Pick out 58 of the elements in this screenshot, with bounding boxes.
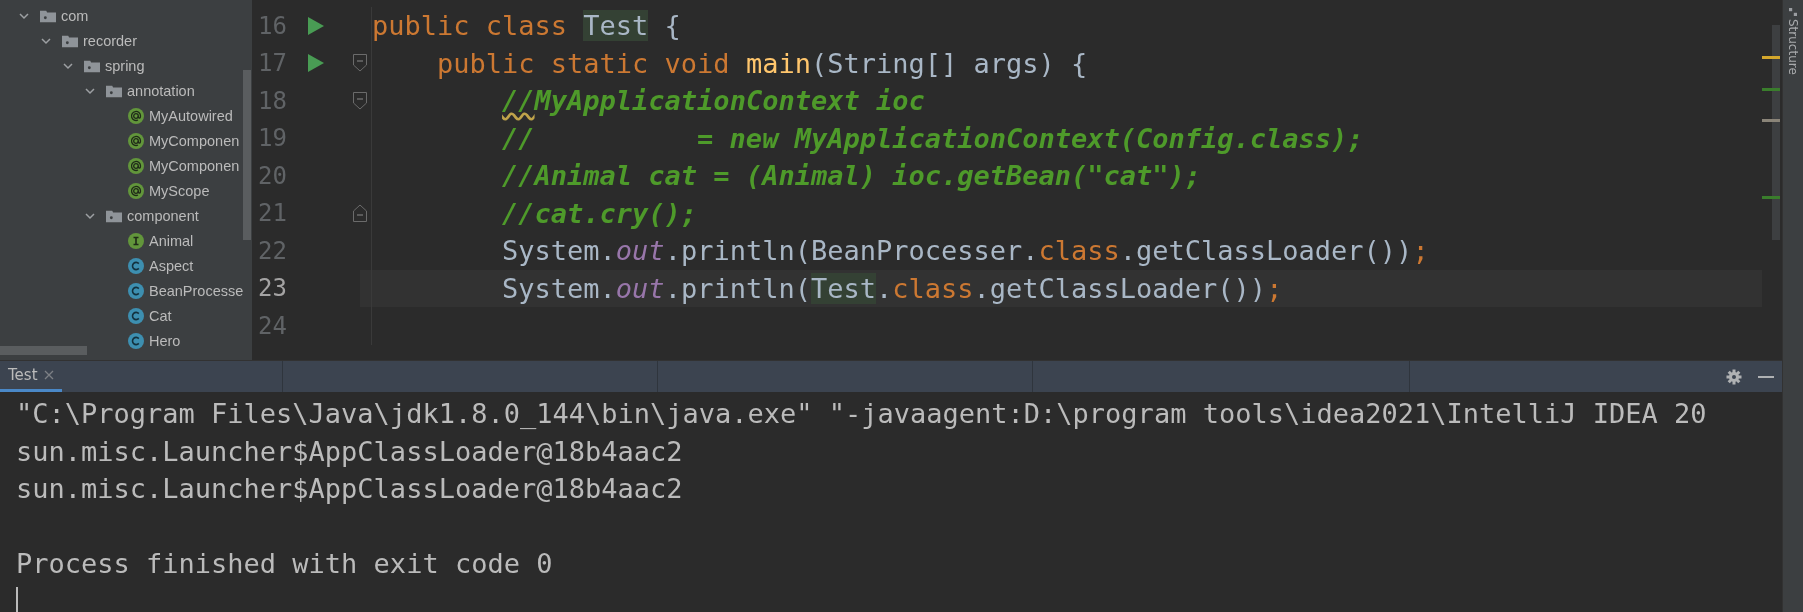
- console-line: sun.misc.Launcher$AppClassLoader@18b4aac2: [16, 434, 684, 469]
- annotation-icon: [128, 157, 144, 174]
- tree-item[interactable]: spring: [105, 57, 145, 74]
- close-icon[interactable]: [43, 370, 54, 380]
- run-icon[interactable]: [308, 16, 324, 35]
- line-number: 20: [257, 161, 288, 190]
- tree-item[interactable]: BeanProcesse: [149, 282, 244, 299]
- fold-icon[interactable]: [352, 204, 367, 223]
- annotation-icon: [128, 107, 144, 124]
- scrollbar-thumb[interactable]: [243, 70, 251, 240]
- code-line: System.out.println(BeanProcesser.class.getClassLoader());: [501, 235, 1429, 267]
- tree-item[interactable]: Animal: [149, 232, 194, 249]
- console-line: sun.misc.Launcher$AppClassLoader@18b4aac2: [16, 472, 684, 506]
- line-number: 17: [257, 49, 288, 78]
- line-number: 21: [257, 199, 288, 228]
- tree-item[interactable]: annotation: [127, 82, 195, 99]
- class-icon: [128, 307, 144, 324]
- code-line: public static void main(String[] args) {: [436, 47, 1088, 79]
- structure-icon: [1789, 8, 1797, 16]
- tree-item[interactable]: MyComponen: [149, 132, 240, 149]
- line-number: 19: [257, 124, 288, 153]
- text-caret: [16, 586, 18, 612]
- line-number: 18: [257, 86, 288, 115]
- line-number: 24: [257, 311, 288, 340]
- class-icon: [128, 332, 144, 349]
- line-number: 16: [257, 11, 288, 40]
- fold-icon[interactable]: [352, 54, 367, 73]
- interface-icon: [128, 232, 144, 249]
- tree-item[interactable]: com: [61, 7, 89, 24]
- code-line: //Animal cat = (Animal) ioc.getBean("cat");: [501, 160, 1202, 192]
- console-line: Process finished with exit code 0: [16, 547, 554, 581]
- structure-tab[interactable]: Structure: [1783, 0, 1803, 75]
- annotation-icon: [128, 132, 144, 149]
- tree-item[interactable]: MyComponen: [149, 157, 240, 174]
- code-line: // = new MyApplicationContext(Config.class);: [501, 122, 1364, 154]
- class-icon: [128, 257, 144, 274]
- line-number: 23: [257, 274, 288, 303]
- console-line: "C:\Program Files\Java\jdk1.8.0_144\bin\java.exe" "-javaagent:D:\program tools\idea2021\IntelliJ IDEA 20: [16, 397, 1708, 431]
- fold-icon[interactable]: [352, 91, 367, 110]
- tree-item[interactable]: recorder: [83, 32, 137, 49]
- scrollbar-thumb[interactable]: [0, 346, 87, 355]
- code-line: //cat.cry();: [501, 197, 698, 229]
- structure-label[interactable]: Structure: [1786, 19, 1800, 75]
- annotation-icon: [128, 182, 144, 199]
- code-line: System.out.println(Test.class.getClassLoader());: [501, 272, 1283, 304]
- tree-item[interactable]: Cat: [149, 307, 172, 324]
- class-icon: [128, 282, 144, 299]
- tree-item[interactable]: MyScope: [149, 182, 210, 199]
- tree-item[interactable]: Aspect: [149, 257, 194, 274]
- tree-item[interactable]: MyAutowired: [149, 107, 233, 124]
- code-line: public class Test {: [372, 10, 681, 42]
- code-line: //MyApplicationContext ioc: [501, 85, 925, 117]
- tree-item[interactable]: component: [127, 207, 199, 224]
- settings-icon[interactable]: [1726, 368, 1742, 385]
- tree-item[interactable]: Hero: [149, 332, 181, 349]
- run-icon[interactable]: [308, 54, 324, 73]
- line-number: 22: [257, 236, 288, 265]
- scrollbar-thumb[interactable]: [1772, 25, 1780, 240]
